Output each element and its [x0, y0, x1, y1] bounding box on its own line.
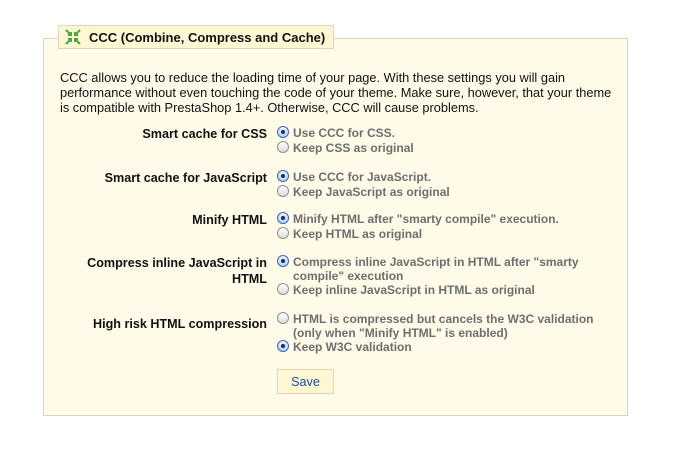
section-legend: CCC (Combine, Compress and Cache) [58, 25, 335, 49]
radio-option[interactable]: Use CCC for CSS. [276, 126, 616, 141]
radio-button[interactable] [277, 126, 289, 138]
section-title: CCC (Combine, Compress and Cache) [89, 29, 326, 45]
intro-text: CCC allows you to reduce the loading tim… [60, 70, 612, 115]
compress-arrows-icon [65, 29, 81, 45]
setting-label: Smart cache for CSS [142, 127, 267, 141]
radio-button[interactable] [277, 283, 289, 295]
setting-label: Minify HTML [192, 213, 267, 227]
radio-option[interactable]: Keep JavaScript as original [276, 185, 616, 200]
radio-button[interactable] [277, 212, 289, 224]
radio-button[interactable] [277, 185, 289, 197]
radio-option[interactable]: HTML is compressed but cancels the W3C v… [276, 312, 616, 340]
radio-option[interactable]: Keep inline JavaScript in HTML as origin… [276, 283, 616, 298]
radio-option[interactable]: Minify HTML after "smarty compile" execu… [276, 212, 616, 227]
radio-button[interactable] [277, 255, 289, 267]
radio-button[interactable] [277, 312, 289, 324]
radio-option[interactable]: Keep HTML as original [276, 227, 616, 242]
radio-button[interactable] [277, 227, 289, 239]
setting-label: Compress inline JavaScript in HTML [87, 256, 267, 286]
radio-option[interactable]: Compress inline JavaScript in HTML after… [276, 255, 616, 283]
radio-option[interactable]: Use CCC for JavaScript. [276, 170, 616, 185]
radio-option[interactable]: Keep CSS as original [276, 141, 616, 156]
radio-button[interactable] [277, 170, 289, 182]
setting-label: High risk HTML compression [92, 317, 267, 331]
radio-button[interactable] [277, 141, 289, 153]
radio-option[interactable]: Keep W3C validation [276, 340, 616, 355]
setting-label: Smart cache for JavaScript [104, 171, 267, 185]
radio-button[interactable] [277, 340, 289, 352]
save-button[interactable]: Save [277, 369, 334, 394]
